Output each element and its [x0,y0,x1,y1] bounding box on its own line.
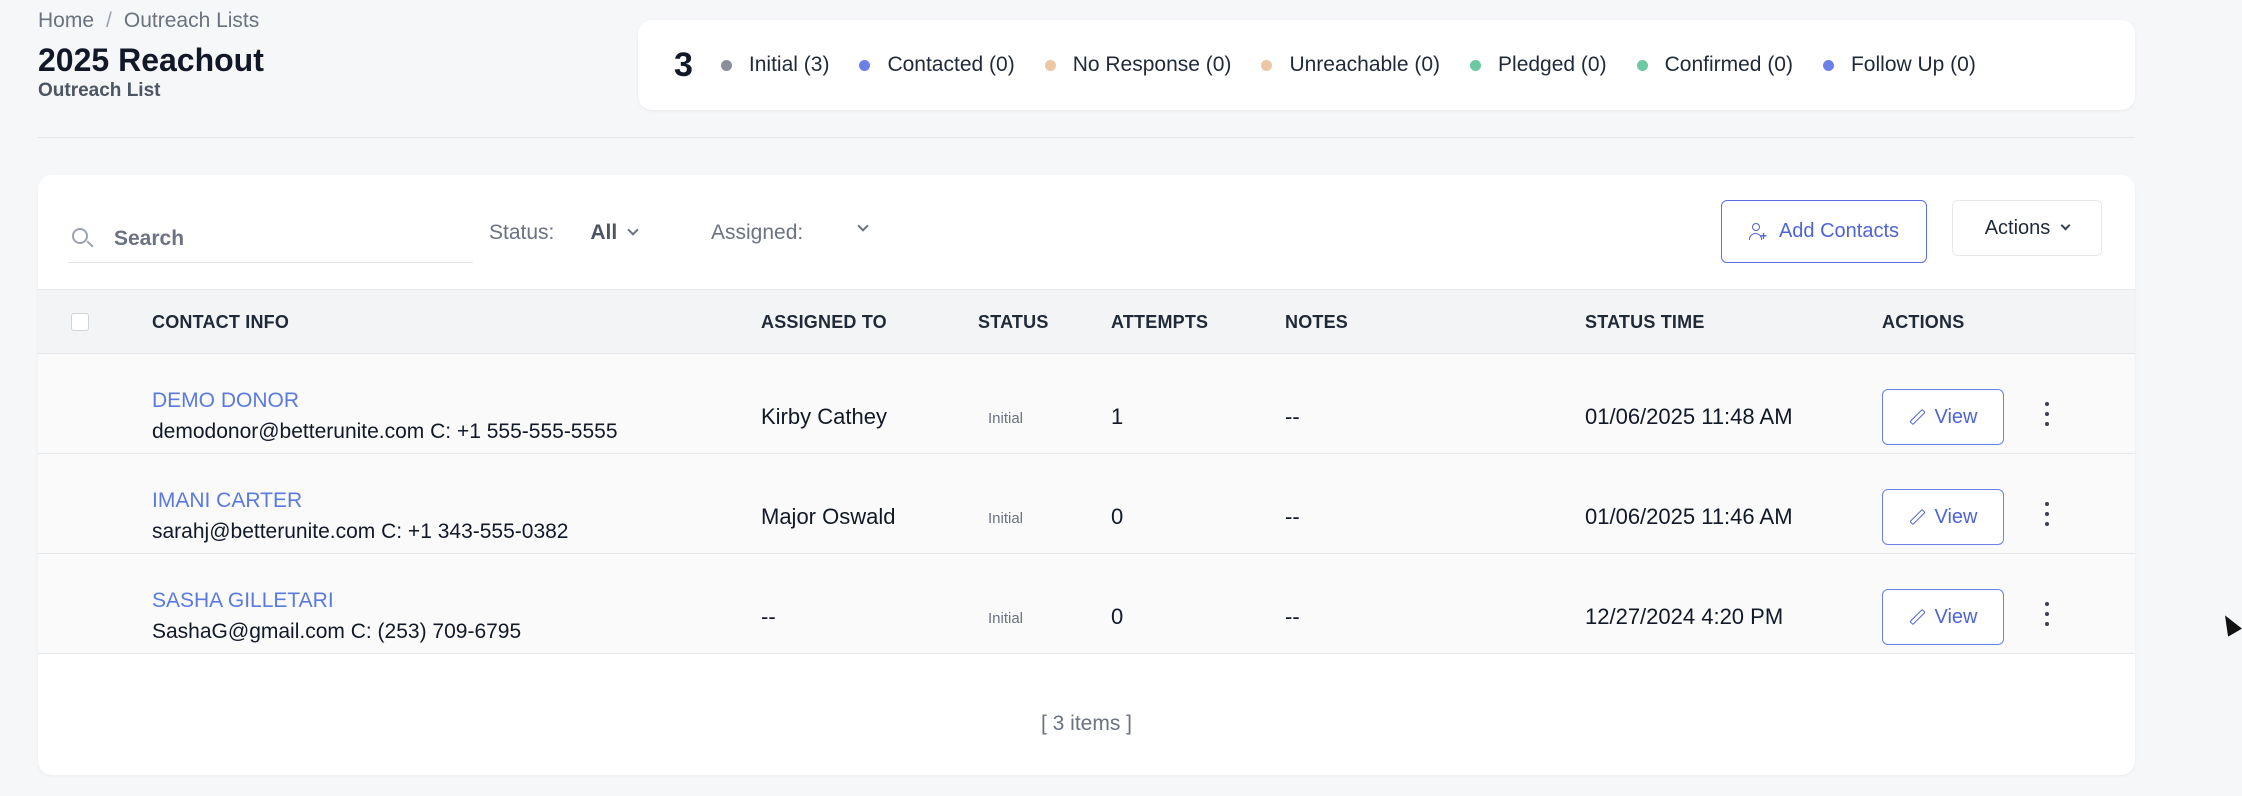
pencil-icon [1908,408,1926,426]
actions-dropdown-button[interactable]: Actions [1952,200,2102,256]
actions-label: Actions [1984,216,2051,239]
pencil-icon [1908,508,1926,526]
status-filter-label: Status: [489,221,555,244]
table-toolbar: Status: All Assigned: + Add Contacts Act… [38,175,2135,289]
notes-cell: -- [1285,404,1300,429]
more-options-icon[interactable] [2041,502,2053,526]
table-row: SASHA GILLETARI SashaG@gmail.com C: (253… [38,554,2135,654]
legend-item-no-response: No Response (0) [1044,53,1232,77]
legend-label: Initial (3) [748,53,830,76]
table-header: CONTACT INFO ASSIGNED TO STATUS ATTEMPTS… [38,289,2135,354]
column-header-assigned-to: ASSIGNED TO [761,312,887,332]
column-header-notes: NOTES [1285,312,1349,332]
legend-item-pledged: Pledged (0) [1470,53,1607,77]
assigned-to-cell: -- [761,604,776,629]
assigned-filter[interactable]: Assigned: [711,220,869,245]
view-label: View [1934,605,1978,628]
view-label: View [1934,505,1978,528]
column-header-contact-info: CONTACT INFO [152,312,290,332]
legend-item-initial: Initial (3) [720,53,830,77]
breadcrumb: Home / Outreach Lists [38,9,259,33]
status-badge: Initial [988,610,1024,627]
status-dot-icon [859,59,871,71]
contact-name-link[interactable]: IMANI CARTER [152,489,302,513]
contact-detail: demodonor@betterunite.com C: +1 555-555-… [152,420,618,443]
more-options-icon[interactable] [2041,402,2053,426]
status-dot-icon [1470,59,1482,71]
search-box [68,215,473,263]
view-label: View [1934,405,1978,428]
chevron-down-icon [857,220,869,232]
status-dot-icon [1636,59,1648,71]
column-header-actions: ACTIONS [1882,312,1965,332]
status-time-cell: 01/06/2025 11:48 AM [1585,404,1793,429]
breadcrumb-separator: / [106,9,112,32]
table-row: DEMO DONOR demodonor@betterunite.com C: … [38,354,2135,454]
legend-label: Pledged (0) [1498,53,1607,76]
status-dot-icon [720,59,732,71]
attempts-cell: 0 [1111,504,1124,529]
legend-item-unreachable: Unreachable (0) [1261,53,1440,77]
assigned-filter-label: Assigned: [711,221,804,244]
status-legend: Initial (3) Contacted (0) No Response (0… [720,53,2006,77]
search-input[interactable] [114,226,414,251]
page-title: 2025 Reachout [38,42,264,78]
contact-detail: sarahj@betterunite.com C: +1 343-555-038… [152,520,569,543]
view-button[interactable]: View [1882,589,2004,645]
legend-label: Unreachable (0) [1289,53,1441,76]
contacts-table-card: Status: All Assigned: + Add Contacts Act… [38,175,2135,775]
breadcrumb-outreach-lists-link[interactable]: Outreach Lists [124,9,259,33]
contact-detail: SashaG@gmail.com C: (253) 709-6795 [152,620,522,643]
status-dot-icon [1044,59,1056,71]
search-icon [72,227,94,250]
items-count: [ 3 items ] [1040,712,1133,735]
add-contacts-label: Add Contacts [1778,220,1900,242]
status-filter-value: All [590,221,618,244]
legend-label: Contacted (0) [887,53,1015,76]
table-row: IMANI CARTER sarahj@betterunite.com C: +… [38,454,2135,554]
legend-item-contacted: Contacted (0) [859,53,1015,77]
column-header-status: STATUS [978,312,1049,332]
pencil-icon [1908,608,1926,626]
assigned-to-cell: Major Oswald [761,504,896,529]
status-filter[interactable]: Status: All [489,221,639,245]
attempts-cell: 0 [1111,604,1124,629]
notes-cell: -- [1285,504,1300,529]
more-options-icon[interactable] [2041,602,2053,626]
view-button[interactable]: View [1882,389,2004,445]
header-divider [38,137,2135,138]
attempts-cell: 1 [1111,404,1124,429]
contact-name-link[interactable]: SASHA GILLETARI [152,589,334,613]
column-header-attempts: ATTEMPTS [1111,312,1209,332]
assigned-to-cell: Kirby Cathey [761,404,887,429]
notes-cell: -- [1285,604,1300,629]
page-subtitle: Outreach List [38,80,161,101]
legend-item-confirmed: Confirmed (0) [1636,53,1793,77]
legend-label: Follow Up (0) [1850,53,1976,76]
status-badge: Initial [988,410,1024,427]
status-badge: Initial [988,510,1024,527]
legend-item-follow-up: Follow Up (0) [1822,53,1976,77]
chevron-down-icon [627,224,639,236]
view-button[interactable]: View [1882,489,2004,545]
legend-label: No Response (0) [1072,53,1232,76]
status-dot-icon [1822,59,1834,71]
status-time-cell: 12/27/2024 4:20 PM [1585,604,1784,629]
legend-label: Confirmed (0) [1664,53,1793,76]
status-summary-card: 3 Initial (3) Contacted (0) No Response … [638,20,2135,110]
breadcrumb-home-link[interactable]: Home [38,9,94,33]
status-dot-icon [1261,59,1273,71]
select-all-checkbox[interactable] [71,313,89,331]
chevron-down-icon [2060,220,2071,230]
status-time-cell: 01/06/2025 11:46 AM [1585,504,1793,529]
add-contacts-button[interactable]: + Add Contacts [1721,200,1927,263]
contact-name-link[interactable]: DEMO DONOR [152,389,299,413]
summary-total-count: 3 [674,45,693,84]
mouse-cursor-icon [2218,611,2242,637]
column-header-status-time: STATUS TIME [1585,312,1705,332]
user-plus-icon: + [1748,222,1767,242]
